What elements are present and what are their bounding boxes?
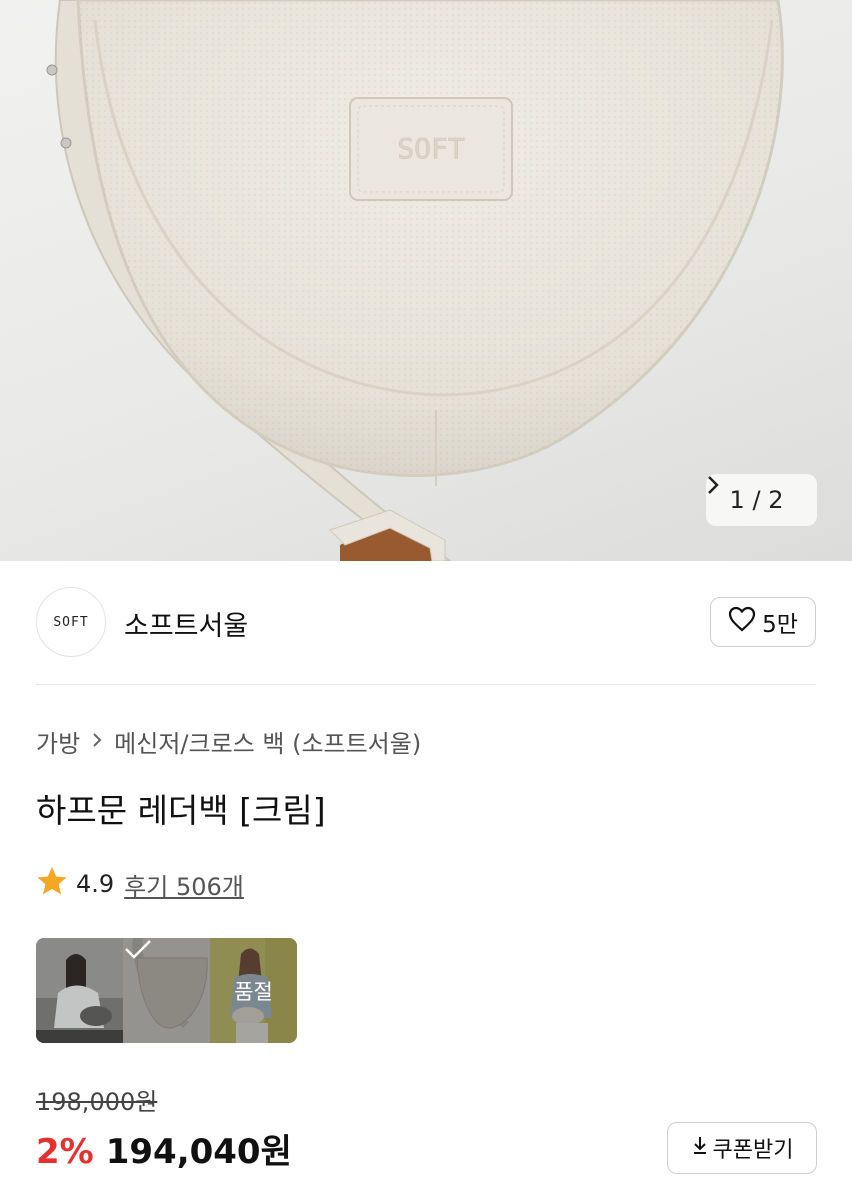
brand-name[interactable]: 소프트서울 xyxy=(124,604,248,643)
download-icon xyxy=(691,1135,709,1161)
option-thumbnail-selected[interactable] xyxy=(123,938,210,1043)
image-page-indicator[interactable]: 1 / 2 xyxy=(706,474,817,526)
product-title: 하프문 레더백 [크림] xyxy=(36,791,326,830)
divider xyxy=(36,684,816,685)
heart-icon xyxy=(728,606,756,638)
option-thumbnail-sold-out[interactable]: 품절 xyxy=(210,938,297,1043)
current-page: 1 xyxy=(729,486,745,514)
sold-out-overlay: 품절 xyxy=(210,938,297,1043)
like-button[interactable]: 5만 xyxy=(710,597,816,647)
svg-text:SOFT: SOFT xyxy=(397,132,465,165)
chevron-right-icon xyxy=(92,730,102,754)
breadcrumb-subcategory[interactable]: 메신저/크로스 백 (소프트서울) xyxy=(114,724,421,759)
original-price: 198,000원 xyxy=(36,1088,158,1116)
price-row: 2% 194,040원 xyxy=(36,1124,292,1173)
discount-rate: 2% xyxy=(36,1132,94,1172)
sold-out-label: 품절 xyxy=(234,979,273,1004)
breadcrumb: 가방 메신저/크로스 백 (소프트서울) xyxy=(36,724,421,759)
total-pages: 2 xyxy=(768,486,784,514)
rating-score: 4.9 xyxy=(76,870,115,898)
star-icon xyxy=(36,866,68,902)
rating: 4.9 후기 506개 xyxy=(36,866,244,902)
product-image-carousel[interactable]: SOFT 1 / 2 xyxy=(0,0,852,561)
brand-logo[interactable]: SOFT xyxy=(36,587,106,657)
sale-price: 194,040원 xyxy=(105,1132,292,1172)
brand-logo-text: SOFT xyxy=(53,614,89,630)
coupon-button[interactable]: 쿠폰받기 xyxy=(667,1122,817,1174)
like-count: 5만 xyxy=(762,612,798,638)
reviews-link[interactable]: 후기 506개 xyxy=(124,867,244,902)
page-separator: / xyxy=(752,486,761,514)
selected-overlay xyxy=(123,938,210,1043)
breadcrumb-category[interactable]: 가방 xyxy=(36,724,80,759)
coupon-label: 쿠폰받기 xyxy=(712,1138,794,1163)
option-thumbnail[interactable] xyxy=(36,938,123,1043)
color-options: 품절 xyxy=(36,938,297,1043)
